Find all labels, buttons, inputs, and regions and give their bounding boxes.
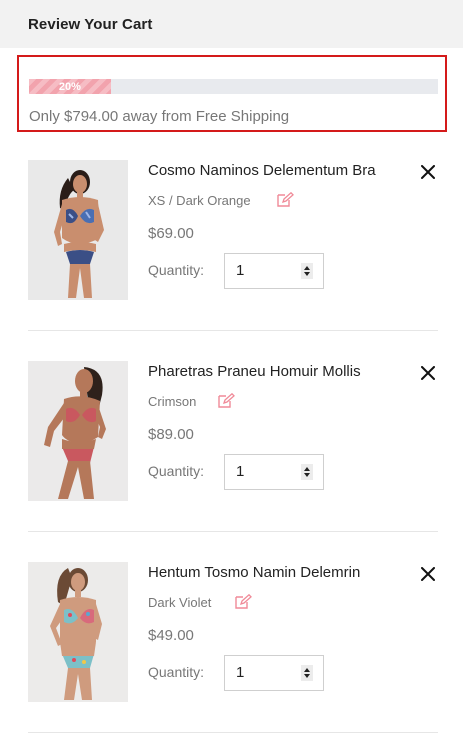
decrement-icon[interactable] [304,272,310,276]
increment-icon[interactable] [304,467,310,471]
quantity-label: Quantity: [148,463,205,479]
edit-icon [218,392,235,408]
product-name[interactable]: Pharetras Praneu Homuir Mollis [148,363,361,380]
product-name[interactable]: Hentum Tosmo Namin Delemrin [148,564,360,581]
decrement-icon[interactable] [304,473,310,477]
product-variant: XS / Dark Orange [148,193,251,208]
quantity-spinner[interactable] [301,464,313,480]
product-price: $89.00 [148,426,194,443]
edit-item-button[interactable] [234,593,252,610]
free-shipping-message: Only $794.00 away from Free Shipping [29,108,290,125]
quantity-value: 1 [236,262,245,279]
product-variant: Dark Violet [148,595,212,610]
edit-icon [277,191,294,207]
shipping-progress-label: 20% [58,80,81,93]
edit-item-button[interactable] [276,191,294,208]
product-image[interactable] [28,361,128,501]
quantity-input[interactable]: 1 [224,253,324,289]
quantity-spinner[interactable] [301,263,313,279]
quantity-input[interactable]: 1 [224,454,324,490]
close-icon [421,567,435,581]
quantity-label: Quantity: [148,262,205,278]
cart-item: Cosmo Naminos Delementum Bra XS / Dark O… [28,160,438,331]
close-icon [421,165,435,179]
cart-item: Hentum Tosmo Namin Delemrin Dark Violet … [28,562,438,733]
product-image[interactable] [28,562,128,702]
edit-item-button[interactable] [217,392,235,409]
quantity-input[interactable]: 1 [224,655,324,691]
product-image[interactable] [28,160,128,300]
product-price: $49.00 [148,627,194,644]
increment-icon[interactable] [304,668,310,672]
cart-item: Pharetras Praneu Homuir Mollis Crimson $… [28,361,438,532]
product-variant: Crimson [148,394,197,409]
free-shipping-box: 20% Only $794.00 away from Free Shipping [17,55,447,132]
remove-item-button[interactable] [418,363,438,383]
increment-icon[interactable] [304,266,310,270]
decrement-icon[interactable] [304,674,310,678]
product-price: $69.00 [148,225,194,242]
close-icon [421,366,435,380]
quantity-value: 1 [236,664,245,681]
quantity-spinner[interactable] [301,665,313,681]
edit-icon [235,593,252,609]
shipping-progress-fill: 20% [29,79,111,94]
product-name[interactable]: Cosmo Naminos Delementum Bra [148,162,376,179]
cart-title: Review Your Cart [28,15,153,33]
quantity-label: Quantity: [148,664,205,680]
quantity-value: 1 [236,463,245,480]
remove-item-button[interactable] [418,564,438,584]
remove-item-button[interactable] [418,162,438,182]
shipping-progress-bar: 20% [29,79,438,94]
cart-header: Review Your Cart [0,0,463,48]
